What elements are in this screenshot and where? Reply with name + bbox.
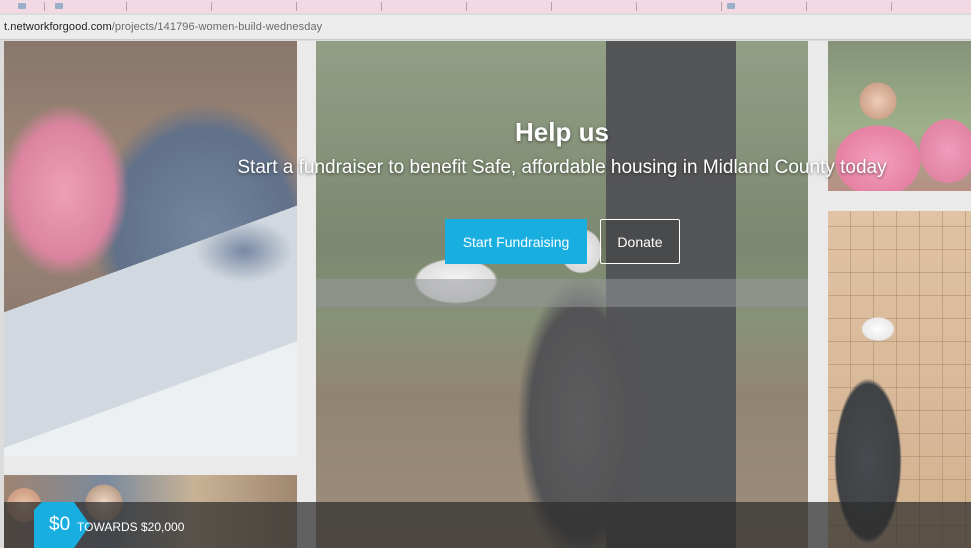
url-text[interactable]: t.networkforgood.com/projects/141796-wom… — [4, 21, 322, 33]
url-host: t.networkforgood.com — [4, 21, 112, 33]
browser-tab-strip — [0, 0, 971, 13]
fundraising-progress-bar: $0 TOWARDS $20,000 — [4, 502, 971, 548]
browser-tab[interactable] — [381, 2, 467, 11]
project-page: Help us Start a fundraiser to benefit Sa… — [4, 41, 971, 548]
donate-button[interactable]: Donate — [600, 219, 680, 264]
raised-amount: $0 — [49, 514, 71, 535]
browser-tab[interactable] — [466, 2, 552, 11]
browser-tab[interactable] — [126, 2, 212, 11]
browser-tab[interactable] — [636, 2, 722, 11]
hero-title: Help us — [515, 117, 609, 147]
start-fundraising-button[interactable]: Start Fundraising — [445, 219, 587, 264]
goal-label: TOWARDS $20,000 — [77, 520, 185, 534]
url-path: /projects/141796-women-build-wednesday — [111, 21, 323, 33]
browser-tab[interactable] — [721, 2, 807, 11]
browser-tab[interactable] — [44, 2, 127, 11]
browser-tab[interactable] — [296, 2, 382, 11]
address-bar[interactable]: t.networkforgood.com/projects/141796-wom… — [0, 15, 971, 40]
hero-subtitle: Start a fundraiser to benefit Safe, affo… — [237, 157, 887, 178]
browser-tab[interactable] — [806, 2, 892, 11]
browser-tab[interactable] — [551, 2, 637, 11]
browser-tab[interactable] — [211, 2, 297, 11]
browser-tab[interactable] — [0, 2, 45, 11]
